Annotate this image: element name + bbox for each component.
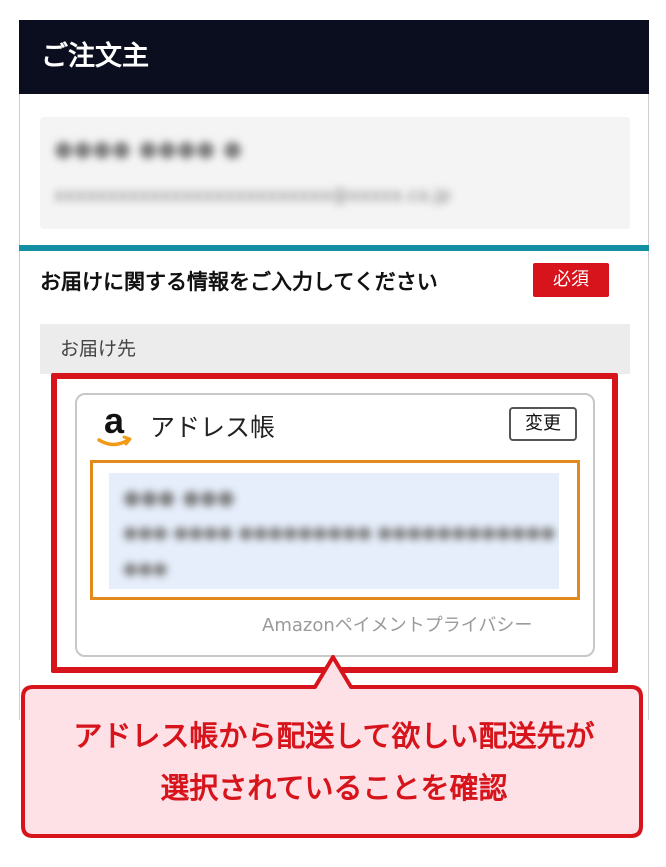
shipto-label: お届け先 xyxy=(60,338,137,360)
required-badge: 必須 xyxy=(533,263,609,297)
buyer-section-header: ご注文主 xyxy=(19,20,649,94)
buyer-name: ●●●● ●●●● ● xyxy=(54,137,243,162)
annotation-line-2: 選択されていることを確認 xyxy=(160,771,508,805)
delivery-section-title: お届けに関する情報をご入力してください xyxy=(40,270,438,294)
buyer-section-title: ご注文主 xyxy=(41,41,149,72)
section-divider xyxy=(19,245,649,251)
highlight-frame xyxy=(51,373,618,673)
buyer-info-box: ●●●● ●●●● ● xxxxxxxxxxxxxxxxxxxxxxxxxx@x… xyxy=(40,117,630,229)
annotation-line-1: アドレス帳から配送して欲しい配送先が xyxy=(73,719,595,753)
buyer-email: xxxxxxxxxxxxxxxxxxxxxxxxxx@xxxxx.co.jp xyxy=(54,185,451,206)
annotation-callout-text: アドレス帳から配送して欲しい配送先が 選択されていることを確認 xyxy=(28,710,640,814)
shipto-label-bar: お届け先 xyxy=(40,324,630,374)
